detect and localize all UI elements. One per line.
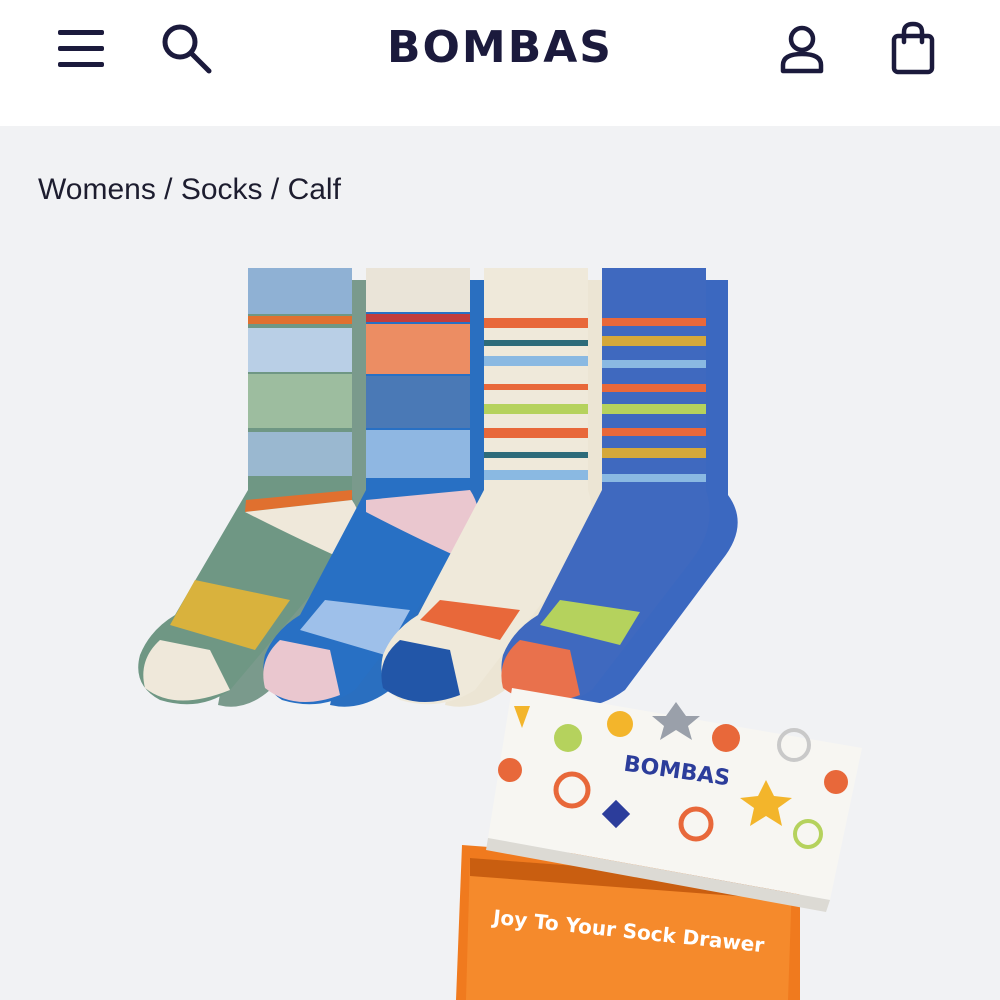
breadcrumb-item-socks[interactable]: Socks: [181, 173, 263, 206]
breadcrumb-item-calf: Calf: [287, 173, 341, 206]
shopping-bag-icon: [891, 21, 935, 75]
gift-box-image: Joy To Your Sock Drawer BOMBAS: [456, 688, 862, 1000]
brand-logo[interactable]: BOMBAS: [380, 20, 620, 76]
search-button[interactable]: [156, 18, 220, 80]
breadcrumb-separator: /: [155, 173, 181, 206]
product-image[interactable]: Joy To Your Sock Drawer BOMBAS: [0, 240, 1000, 1000]
breadcrumb-item-womens[interactable]: Womens: [38, 173, 156, 206]
account-button[interactable]: [770, 18, 834, 80]
breadcrumb: Womens / Socks / Calf: [38, 170, 341, 210]
hamburger-menu-icon: [58, 30, 104, 67]
shopping-bag-button[interactable]: [882, 18, 944, 80]
menu-button[interactable]: [52, 20, 112, 78]
account-icon: [780, 25, 824, 74]
breadcrumb-separator: /: [262, 173, 288, 206]
search-icon: [162, 24, 212, 74]
site-header: BOMBAS: [0, 0, 1000, 126]
